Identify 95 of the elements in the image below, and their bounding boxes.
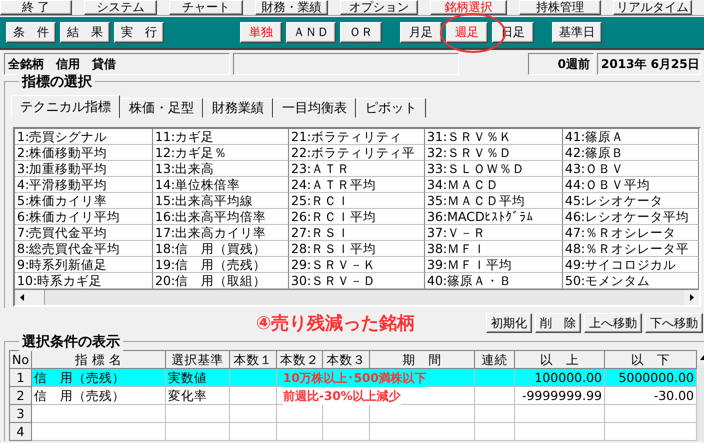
- indicator-item[interactable]: 16:出来高平均倍率: [153, 209, 289, 225]
- indicator-item[interactable]: 9:時系列新値足: [15, 257, 153, 273]
- indicator-item[interactable]: 39:ＭＦＩ平均: [425, 257, 563, 273]
- indicator-item[interactable]: 15:出来高平均線: [153, 193, 289, 209]
- row-number: 3: [10, 405, 32, 423]
- indicator-item[interactable]: 13:出来高: [153, 161, 289, 177]
- toolbar-button[interactable]: 週足: [446, 22, 488, 43]
- action-button[interactable]: 初期化: [486, 313, 532, 333]
- toolbar-button[interactable]: 単独: [240, 22, 282, 43]
- indicator-item[interactable]: 34:ＭＡＣＤ: [425, 177, 563, 193]
- indicator-item[interactable]: 42:篠原Ｂ: [563, 145, 699, 161]
- indicator-item[interactable]: 19:信 用（売残）: [153, 257, 289, 273]
- indicator-item[interactable]: 6:株価カイリ平均: [15, 209, 153, 225]
- annotation-note: 10万株以上･500満株以下: [283, 370, 427, 387]
- table-cell: -30.00: [654, 388, 694, 403]
- action-button[interactable]: 上へ移動: [584, 313, 642, 333]
- indicator-item[interactable]: 24:ＡＴＲ平均: [289, 177, 425, 193]
- indicator-item[interactable]: 7:売買代金平均: [15, 225, 153, 241]
- indicator-item[interactable]: 17:出来高カイリ率: [153, 225, 289, 241]
- toolbar-button[interactable]: 実 行: [114, 22, 164, 43]
- indicator-item[interactable]: 31:ＳＲＶ％Ｋ: [425, 129, 563, 145]
- toolbar-button[interactable]: ＡＮＤ: [286, 22, 336, 43]
- table-cell: 変化率: [168, 388, 207, 403]
- date-field: 2013年 6月25日: [597, 53, 701, 75]
- indicator-item[interactable]: 44:ＯＢＶ平均: [563, 177, 699, 193]
- tab[interactable]: テクニカル指標: [11, 95, 120, 118]
- table-cell: 信 用（売残）: [34, 370, 125, 385]
- table-cell: 信 用（売残）: [34, 388, 125, 403]
- indicator-item[interactable]: 5:株価カイリ率: [15, 193, 153, 209]
- indicator-item[interactable]: 46:レシオケータ平均: [563, 209, 699, 225]
- tab[interactable]: 一目均衡表: [273, 98, 356, 118]
- indicator-item[interactable]: 36:MACDﾋｽﾄｸﾞﾗﾑ: [425, 209, 563, 225]
- indicator-item[interactable]: 23:ＡＴＲ: [289, 161, 425, 177]
- group-title: 選択条件の表示: [19, 333, 123, 351]
- indicator-item[interactable]: 26:ＲＣＩ平均: [289, 209, 425, 225]
- menu-tab[interactable]: 終 了: [0, 0, 72, 15]
- tab[interactable]: ピボット: [356, 98, 426, 118]
- row-number: 2: [10, 387, 32, 405]
- row-number: 4: [10, 423, 32, 441]
- condition-row[interactable]: 3: [10, 405, 697, 423]
- indicator-item[interactable]: 45:レシオケータ: [563, 193, 699, 209]
- toolbar-button[interactable]: 月足: [400, 22, 442, 43]
- indicator-item[interactable]: 43:ＯＢＶ: [563, 161, 699, 177]
- indicator-item[interactable]: 28:ＲＳＩ平均: [289, 241, 425, 257]
- menu-tab[interactable]: 銘柄選択: [430, 0, 508, 15]
- condition-row[interactable]: 2 信 用（売残） 変化率 前週比-30%以上減少 -9999999.99 -30.00: [10, 387, 697, 405]
- toolbar-button[interactable]: 結 果: [60, 22, 110, 43]
- indicator-item[interactable]: 21:ボラティリティ: [289, 129, 425, 145]
- menu-tab[interactable]: 財務・業績: [254, 0, 328, 15]
- condition-row[interactable]: 4: [10, 423, 697, 441]
- indicator-item[interactable]: 8:総売買代金平均: [15, 241, 153, 257]
- indicator-item[interactable]: 25:ＲＣＩ: [289, 193, 425, 209]
- tab[interactable]: 株価・足型: [120, 98, 203, 118]
- indicator-item[interactable]: 35:ＭＡＣＤ平均: [425, 193, 563, 209]
- scroll-thumb[interactable]: [30, 290, 45, 305]
- indicator-item[interactable]: 37:Ｖ－Ｒ: [425, 225, 563, 241]
- menu-tab[interactable]: オプション: [340, 0, 418, 15]
- row-number: 1: [10, 369, 32, 387]
- tab[interactable]: 財務業績: [203, 98, 273, 118]
- table-cell: 実数値: [168, 370, 207, 385]
- toolbar-button[interactable]: 基準日: [552, 22, 602, 43]
- group-title: 指標の選択: [19, 73, 95, 91]
- action-button[interactable]: 下へ移動: [645, 313, 703, 333]
- indicator-item[interactable]: 2:株価移動平均: [15, 145, 153, 161]
- action-button[interactable]: 削 除: [535, 313, 581, 333]
- indicator-item[interactable]: 18:信 用（買残）: [153, 241, 289, 257]
- indicator-item[interactable]: 49:サイコロジカル: [563, 257, 699, 273]
- indicator-item[interactable]: 22:ボラティリティ平: [289, 145, 425, 161]
- indicator-item[interactable]: 29:ＳＲＶ－Ｋ: [289, 257, 425, 273]
- indicator-item[interactable]: 3:加重移動平均: [15, 161, 153, 177]
- annotation-note: 前週比-30%以上減少: [283, 388, 401, 405]
- indicator-item[interactable]: 48:％Ｒオシレータ平: [563, 241, 699, 257]
- indicator-item[interactable]: 1:売買シグナル: [15, 129, 153, 145]
- indicator-item[interactable]: 11:カギ足: [153, 129, 289, 145]
- indicator-item[interactable]: 38:ＭＦＩ: [425, 241, 563, 257]
- indicator-item[interactable]: 4:平滑移動平均: [15, 177, 153, 193]
- weeks-ago-field: 0週前: [528, 53, 594, 75]
- toolbar-button[interactable]: ＯＲ: [340, 22, 382, 43]
- indicator-item[interactable]: 32:ＳＲＶ％Ｄ: [425, 145, 563, 161]
- annotation-title: ④売り残減った銘柄: [256, 312, 416, 335]
- menu-tab[interactable]: チャート: [169, 0, 243, 15]
- table-cell: 100000.00: [534, 370, 602, 385]
- menu-tab[interactable]: 持株管理: [519, 0, 601, 15]
- indicator-item[interactable]: 12:カギ足％: [153, 145, 289, 161]
- menu-tab[interactable]: システム: [84, 0, 158, 15]
- condition-row[interactable]: 1 信 用（売残） 実数値 10万株以上･500満株以下 100000.00 5000000.00: [10, 369, 697, 387]
- menu-tab[interactable]: リアルタイム: [612, 0, 692, 15]
- indicator-item[interactable]: 14:単位株倍率: [153, 177, 289, 193]
- table-cell: 5000000.00: [618, 370, 694, 385]
- indicator-item[interactable]: 47:％Ｒオシレータ: [563, 225, 699, 241]
- indicator-item[interactable]: 33:ＳＬＯＷ％Ｄ: [425, 161, 563, 177]
- toolbar-button[interactable]: 条 件: [6, 22, 56, 43]
- indicator-item[interactable]: 41:篠原Ａ: [563, 129, 699, 145]
- table-cell: -9999999.99: [522, 388, 602, 403]
- indicator-item[interactable]: 27:ＲＳＩ: [289, 225, 425, 241]
